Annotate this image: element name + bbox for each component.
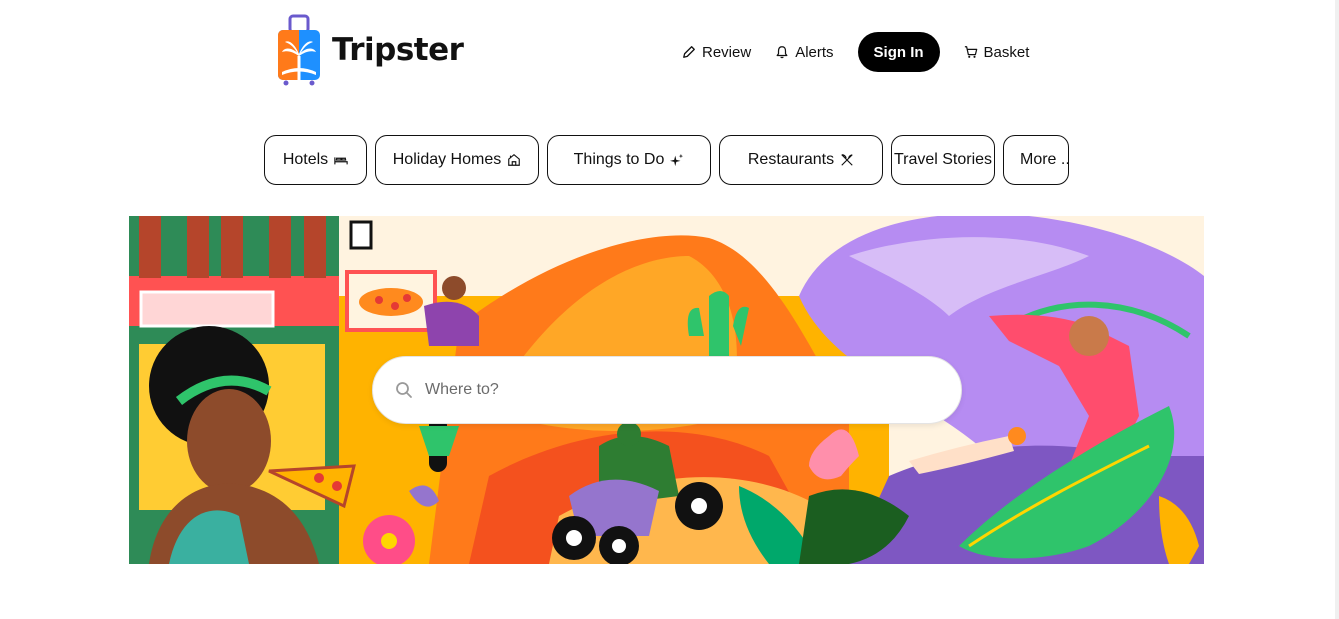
page-scrollbar[interactable] xyxy=(1335,0,1339,619)
tab-holiday-homes-label: Holiday Homes xyxy=(392,151,502,168)
house-icon xyxy=(508,154,521,166)
tab-hotels-label: Hotels xyxy=(282,151,329,168)
bed-icon xyxy=(334,157,348,165)
bell-icon xyxy=(776,46,788,59)
alerts-link[interactable]: Alerts xyxy=(763,32,845,72)
basket-label: Basket xyxy=(983,43,1030,61)
pencil-icon xyxy=(683,46,695,58)
utensils-icon xyxy=(841,154,853,166)
search-input[interactable] xyxy=(425,381,925,399)
cart-icon xyxy=(964,46,977,58)
tab-things-to-do-label: Things to Do xyxy=(573,151,665,168)
category-tabs: Hotels Holiday Homes Things to Do Restau… xyxy=(264,135,1069,185)
tab-more[interactable]: More ... xyxy=(1003,135,1069,185)
tab-holiday-homes[interactable]: Holiday Homes xyxy=(375,135,539,185)
tab-more-label: More ... xyxy=(1020,151,1069,168)
tab-restaurants[interactable]: Restaurants xyxy=(719,135,883,185)
sparkle-icon xyxy=(670,153,684,167)
tab-travel-stories-label: Travel Stories xyxy=(893,151,993,168)
tab-hotels[interactable]: Hotels xyxy=(264,135,367,185)
top-navigation: Review Alerts Sign In Basket xyxy=(676,32,1041,72)
basket-link[interactable]: Basket xyxy=(952,32,1042,72)
tab-travel-stories[interactable]: Travel Stories xyxy=(891,135,995,185)
tab-things-to-do[interactable]: Things to Do xyxy=(547,135,711,185)
suitcase-palm-icon xyxy=(276,14,322,86)
alerts-label: Alerts xyxy=(795,43,834,61)
brand-logo[interactable]: Tripster xyxy=(276,14,464,86)
search-bar[interactable] xyxy=(372,356,962,424)
review-label: Review xyxy=(702,43,752,61)
tab-restaurants-label: Restaurants xyxy=(747,151,835,168)
sign-in-button[interactable]: Sign In xyxy=(857,32,940,72)
review-link[interactable]: Review xyxy=(676,32,763,72)
search-icon xyxy=(396,382,412,398)
brand-name: Tripster xyxy=(332,32,464,68)
